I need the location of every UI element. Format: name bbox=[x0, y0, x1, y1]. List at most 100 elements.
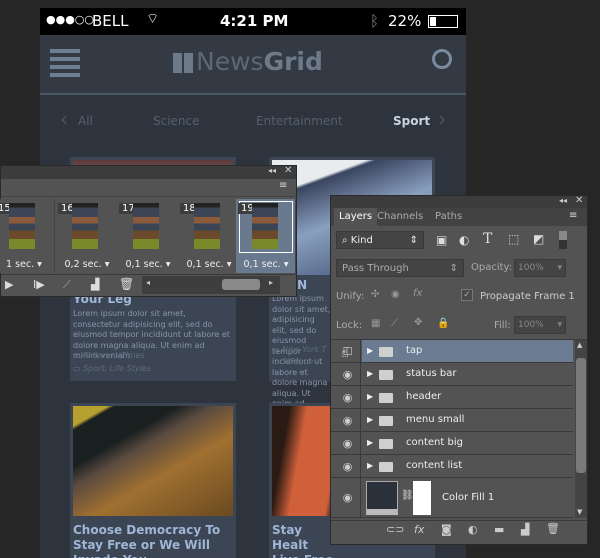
delete-layer-icon[interactable]: 🗑 bbox=[546, 522, 560, 535]
next-frame-icon[interactable]: I▶ bbox=[33, 278, 45, 291]
vertical-scrollbar[interactable]: ▲ ▼ bbox=[575, 340, 587, 518]
chevron-left-icon[interactable]: ‹ bbox=[60, 107, 68, 131]
lock-position-icon[interactable]: ✥ bbox=[414, 317, 422, 328]
frame-delay: 0,1 sec. bbox=[186, 259, 224, 270]
lock-transparency-icon[interactable]: ▦ bbox=[371, 318, 380, 329]
layer-name: header bbox=[406, 391, 442, 402]
bluetooth-icon: ᛒ bbox=[370, 12, 380, 30]
layer-row-status-bar[interactable]: ◉ ▶ status bar bbox=[331, 363, 573, 386]
logo-grid-icon bbox=[173, 53, 193, 73]
frame-delay-dropdown[interactable]: 0,1 sec. ▾ bbox=[178, 259, 240, 270]
layer-row-menu-small[interactable]: ◉ ▶ menu small bbox=[331, 409, 573, 432]
filter-kind-select[interactable]: ⌕ Kind ⇕ bbox=[336, 231, 424, 249]
panel-menu-icon[interactable]: ≡ bbox=[279, 180, 287, 191]
lock-all-icon[interactable]: 🔒 bbox=[437, 318, 449, 329]
expand-icon[interactable]: ▶ bbox=[367, 438, 373, 447]
article-card[interactable]: Choose Democracy To Stay Free or We Will… bbox=[70, 403, 236, 558]
frame-19-selected[interactable]: 19 0,1 sec. ▾ bbox=[236, 199, 296, 273]
shape-filter-icon[interactable]: ⬚ bbox=[508, 232, 519, 246]
filter-value: Kind bbox=[350, 235, 373, 246]
filter-toggle[interactable] bbox=[559, 231, 567, 249]
fill-thumbnail bbox=[366, 481, 398, 515]
unify-position-icon[interactable]: ✣ bbox=[371, 289, 379, 300]
chevron-right-icon[interactable]: › bbox=[438, 107, 446, 131]
collapse-icon[interactable]: ◂◂ bbox=[559, 196, 567, 205]
eye-icon[interactable]: ◉ bbox=[335, 432, 361, 455]
tab-paths[interactable]: Paths bbox=[435, 211, 462, 222]
expand-icon[interactable]: ▶ bbox=[367, 346, 373, 355]
unify-style-icon[interactable]: fx bbox=[413, 288, 422, 299]
tab-layers[interactable]: Layers bbox=[334, 208, 378, 226]
eye-icon[interactable]: ◉ bbox=[335, 409, 361, 432]
frame-delay-dropdown[interactable]: 0,1 sec. ▾ bbox=[236, 259, 296, 270]
battery-percent: 22% bbox=[388, 12, 422, 30]
hamburger-menu-icon[interactable] bbox=[50, 49, 80, 79]
tab-science[interactable]: Science bbox=[153, 114, 200, 128]
scrollbar-thumb[interactable] bbox=[576, 358, 586, 473]
pixel-filter-icon[interactable]: ▣ bbox=[436, 233, 447, 247]
add-mask-icon[interactable]: ◙ bbox=[441, 523, 452, 536]
frame-delay-dropdown[interactable]: 0,2 sec. ▾ bbox=[56, 259, 118, 270]
scrollbar-thumb[interactable] bbox=[222, 279, 260, 290]
layer-row-color-fill[interactable]: ◉ ⛓ Color Fill 1 bbox=[331, 478, 573, 518]
layer-row-header[interactable]: ◉ ▶ header bbox=[331, 386, 573, 409]
new-frame-icon[interactable]: ▟ bbox=[91, 278, 99, 291]
frame-delay-dropdown[interactable]: 0,1 sec. ▾ bbox=[117, 259, 179, 270]
link-icon: ⛓ bbox=[401, 490, 414, 501]
play-icon[interactable]: ▶ bbox=[5, 278, 13, 291]
adjustment-filter-icon[interactable]: ◐ bbox=[459, 233, 469, 247]
lock-brush-icon[interactable]: ⟋ bbox=[391, 318, 398, 329]
lock-label: Lock: bbox=[336, 320, 363, 331]
layer-row-content-big[interactable]: ◉ ▶ content big bbox=[331, 432, 573, 455]
frame-17[interactable]: 17 0,1 sec. ▾ bbox=[117, 199, 179, 273]
tab-all[interactable]: All bbox=[78, 114, 93, 128]
tween-icon[interactable]: ⟋ bbox=[63, 278, 71, 292]
expand-icon[interactable]: ▶ bbox=[367, 369, 373, 378]
source-text: Pallermo Times bbox=[83, 351, 145, 360]
unify-visibility-icon[interactable]: ◉ bbox=[391, 289, 400, 300]
delete-frame-icon[interactable]: 🗑 bbox=[119, 277, 134, 291]
layer-style-icon[interactable]: fx bbox=[414, 523, 424, 536]
horizontal-scrollbar[interactable]: ◂ ▸ bbox=[142, 276, 280, 294]
expand-icon[interactable]: ▶ bbox=[367, 415, 373, 424]
logo: NewsGrid bbox=[196, 47, 323, 76]
layer-name: tap bbox=[406, 345, 423, 356]
link-layers-icon[interactable]: ⊂⊃ bbox=[386, 523, 404, 536]
panel-titlebar[interactable]: ◂◂ ✕ bbox=[1, 165, 296, 179]
opacity-input[interactable]: 100% ▾ bbox=[514, 259, 566, 277]
tab-channels[interactable]: Channels bbox=[377, 211, 423, 222]
layer-name: menu small bbox=[406, 414, 465, 425]
new-layer-icon[interactable]: ▟ bbox=[521, 523, 529, 536]
eye-icon[interactable]: ◉ bbox=[335, 455, 361, 478]
propagate-checkbox[interactable]: ✓ bbox=[461, 289, 473, 301]
frame-delay: 0,1 sec. bbox=[125, 259, 163, 270]
eye-icon[interactable]: ◉ bbox=[335, 386, 361, 409]
panel-titlebar[interactable]: ◂◂ ✕ bbox=[331, 195, 587, 208]
frame-delay: 0,1 sec. bbox=[243, 259, 281, 270]
smart-object-filter-icon[interactable]: ◩ bbox=[533, 232, 544, 246]
frame-16[interactable]: 16 0,2 sec. ▾ bbox=[56, 199, 118, 273]
frame-delay-dropdown[interactable]: 1 sec. ▾ bbox=[0, 259, 55, 270]
blend-mode-select[interactable]: Pass Through ⇕ bbox=[336, 259, 464, 277]
article-tags: ▭ Sport, Life Styles bbox=[73, 364, 151, 373]
close-icon[interactable]: ✕ bbox=[284, 165, 292, 176]
search-icon[interactable] bbox=[432, 49, 452, 69]
fill-input[interactable]: 100% ▾ bbox=[514, 316, 566, 334]
layer-row-content-list[interactable]: ◉ ▶ content list bbox=[331, 455, 573, 478]
close-icon[interactable]: ✕ bbox=[575, 195, 583, 206]
new-group-icon[interactable]: ▬ bbox=[494, 523, 504, 536]
tab-entertainment[interactable]: Entertainment bbox=[256, 114, 343, 128]
expand-icon[interactable]: ▶ bbox=[367, 461, 373, 470]
eye-icon[interactable]: ◉ bbox=[335, 363, 361, 386]
battery-icon bbox=[428, 15, 458, 28]
frame-18[interactable]: 18 0,1 sec. ▾ bbox=[178, 199, 240, 273]
tab-sport[interactable]: Sport bbox=[393, 114, 430, 128]
type-filter-icon[interactable]: T bbox=[483, 231, 492, 247]
expand-icon[interactable]: ▶ bbox=[367, 392, 373, 401]
layer-row-tap[interactable]: ☐ ▶ tap ☝ bbox=[331, 340, 573, 363]
adjustment-layer-icon[interactable]: ◐ bbox=[468, 523, 478, 536]
frame-15[interactable]: 15 1 sec. ▾ bbox=[0, 199, 55, 273]
collapse-icon[interactable]: ◂◂ bbox=[268, 166, 276, 175]
panel-menu-icon[interactable]: ≡ bbox=[569, 210, 577, 221]
eye-icon[interactable]: ◉ bbox=[335, 478, 361, 518]
